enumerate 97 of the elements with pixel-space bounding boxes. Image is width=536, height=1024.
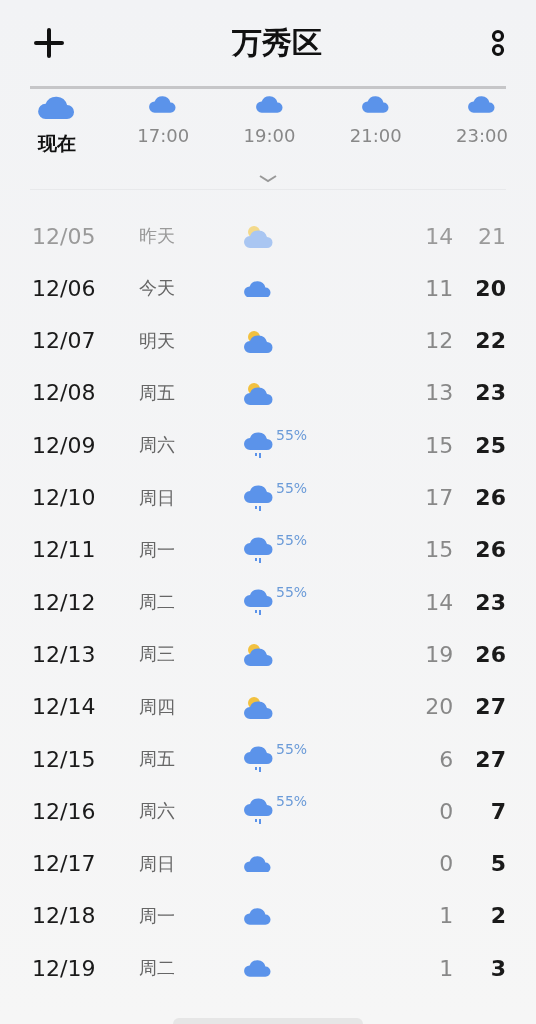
more-icon: [490, 28, 506, 58]
date-text: 12/11: [32, 537, 97, 563]
high-temperature: 26: [474, 537, 506, 563]
precipitation-text: 55%: [276, 479, 308, 496]
high-temperature: 23: [474, 589, 506, 615]
low-temperature: 6: [438, 746, 454, 772]
date-text: 12/16: [32, 798, 97, 824]
sun-behind-cloud-icon: [244, 224, 275, 249]
weekday-text: 明天: [138, 328, 176, 353]
date-text: 12/09: [32, 432, 97, 458]
date-text: 12/14: [32, 694, 97, 720]
low-temperature: 14: [424, 223, 454, 249]
weekday-text: 周二: [138, 590, 176, 615]
sun-behind-cloud-icon: [244, 380, 275, 405]
date-text: 12/05: [32, 223, 97, 249]
weekday-text: 周二: [138, 956, 176, 981]
rain-cloud-icon: [244, 745, 275, 774]
precipitation-text: 55%: [276, 427, 308, 444]
hourly-tab[interactable]: 21:00: [343, 95, 408, 157]
weekday-text: 周四: [138, 694, 176, 719]
weekday-text: 周一: [138, 537, 176, 562]
cloud-icon: [244, 959, 273, 978]
high-temperature: 5: [489, 851, 506, 877]
date-text: 12/13: [32, 641, 97, 667]
hourly-tab[interactable]: 现在: [25, 95, 89, 157]
weekday-text: 周三: [138, 642, 176, 667]
high-temperature: 20: [474, 275, 506, 301]
weekday-text: 周六: [138, 799, 176, 824]
high-temperature: 22: [474, 328, 506, 354]
rain-cloud-icon: [244, 483, 275, 512]
precipitation-text: 55%: [276, 793, 308, 810]
cloud-icon: [244, 907, 273, 925]
cloud-icon: [244, 854, 273, 873]
sun-behind-cloud-icon: [244, 694, 275, 719]
precipitation-text: 55%: [276, 584, 308, 601]
rain-cloud-icon: [244, 431, 275, 460]
weekday-text: 周五: [138, 747, 176, 772]
low-temperature: 13: [424, 380, 454, 406]
add-button[interactable]: [34, 28, 64, 58]
cloud-icon: [244, 279, 273, 298]
menu-button[interactable]: [490, 28, 506, 58]
low-temperature: 15: [424, 432, 454, 458]
weekday-text: 今天: [138, 276, 176, 301]
precipitation-text: 55%: [276, 741, 308, 758]
date-text: 12/17: [32, 851, 97, 877]
plus-icon: [34, 28, 64, 58]
low-temperature: 0: [438, 851, 454, 877]
high-temperature: 21: [477, 223, 506, 249]
hourly-tab[interactable]: 19:00: [237, 95, 302, 157]
rain-cloud-icon: [244, 797, 275, 826]
low-temperature: 12: [424, 328, 454, 354]
high-temperature: 25: [474, 432, 506, 458]
date-text: 12/12: [32, 589, 97, 615]
date-text: 12/06: [32, 275, 97, 301]
sun-behind-cloud-icon: [244, 328, 275, 353]
date-text: 12/07: [32, 328, 97, 354]
weekday-text: 周日: [138, 485, 176, 510]
weekday-text: 周六: [138, 433, 176, 458]
hourly-tab[interactable]: 17:00: [131, 95, 196, 157]
low-temperature: 1: [438, 903, 454, 929]
location-title: 万秀区: [232, 23, 322, 62]
cloud-icon: [361, 95, 390, 113]
cloud-icon: [149, 95, 178, 113]
high-temperature: 23: [474, 380, 506, 406]
weekday-text: 周日: [138, 851, 176, 876]
high-temperature: 27: [474, 694, 506, 720]
high-temperature: 27: [474, 746, 506, 772]
low-temperature: 0: [438, 798, 454, 824]
high-temperature: 7: [489, 798, 506, 824]
cloud-icon: [468, 95, 496, 113]
rain-cloud-icon: [244, 588, 275, 617]
precipitation-text: 55%: [276, 531, 308, 548]
weekday-text: 周一: [138, 903, 176, 928]
low-temperature: 17: [424, 485, 454, 511]
high-temperature: 3: [489, 955, 506, 981]
low-temperature: 19: [424, 641, 454, 667]
high-temperature: 2: [489, 903, 506, 929]
date-text: 12/08: [32, 380, 97, 406]
cloud-icon: [38, 95, 76, 119]
high-temperature: 26: [474, 641, 506, 667]
date-text: 12/10: [32, 485, 97, 511]
date-text: 12/19: [32, 955, 97, 981]
low-temperature: 14: [424, 589, 454, 615]
high-temperature: 26: [474, 485, 506, 511]
cloud-icon: [255, 95, 284, 113]
weekday-text: 周五: [138, 380, 176, 405]
hourly-tab[interactable]: 23:00: [450, 95, 514, 157]
weekday-text: 昨天: [138, 224, 176, 249]
rain-cloud-icon: [244, 535, 275, 564]
low-temperature: 15: [424, 537, 454, 563]
date-text: 12/15: [32, 746, 97, 772]
chevron-down-icon[interactable]: [258, 174, 278, 183]
low-temperature: 11: [424, 275, 454, 301]
low-temperature: 20: [424, 694, 454, 720]
low-temperature: 1: [438, 955, 454, 981]
sun-behind-cloud-icon: [244, 642, 275, 667]
date-text: 12/18: [32, 903, 97, 929]
